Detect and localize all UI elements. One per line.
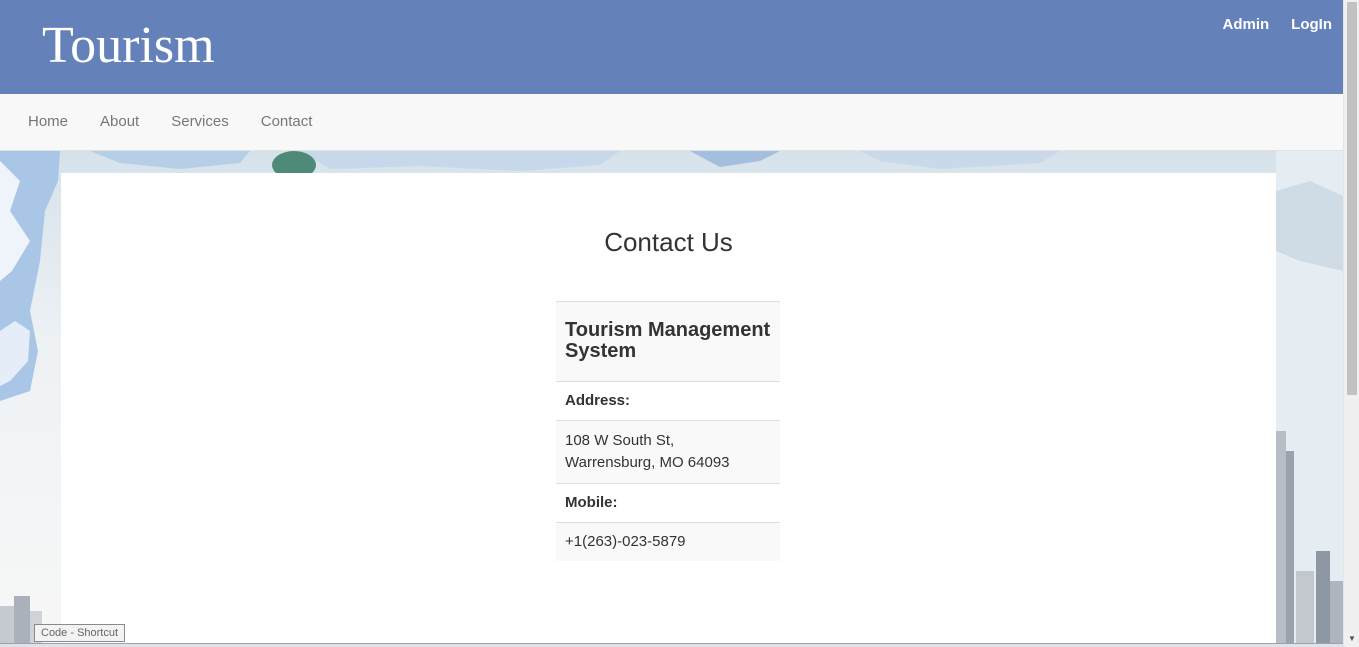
nav-item-home[interactable]: Home bbox=[12, 94, 84, 150]
map-landmass bbox=[300, 151, 620, 171]
main-nav: Home About Services Contact bbox=[0, 94, 1343, 151]
content-panel: Contact Us Tourism Management System Add… bbox=[61, 173, 1276, 643]
vertical-scrollbar[interactable]: ▼ bbox=[1343, 0, 1359, 647]
skyscraper bbox=[1296, 571, 1314, 643]
taskbar-strip bbox=[0, 643, 1343, 647]
scroll-down-icon[interactable]: ▼ bbox=[1348, 635, 1356, 643]
site-brand[interactable]: Tourism bbox=[42, 16, 215, 76]
map-landmass bbox=[690, 151, 780, 167]
nav-list: Home About Services Contact bbox=[0, 94, 1343, 150]
page-title: Contact Us bbox=[604, 227, 733, 257]
shortcut-tooltip: Code - Shortcut bbox=[34, 624, 126, 642]
top-links: Admin LogIn bbox=[1223, 16, 1333, 34]
nav-item-contact[interactable]: Contact bbox=[245, 94, 329, 150]
skyscraper bbox=[1316, 551, 1330, 643]
mobile-value: +1(263)-023-5879 bbox=[556, 522, 780, 561]
table-row: Address: bbox=[556, 381, 780, 421]
building bbox=[14, 596, 30, 643]
skyscraper bbox=[1276, 431, 1286, 643]
address-label: Address: bbox=[556, 381, 780, 421]
login-link[interactable]: LogIn bbox=[1291, 16, 1332, 34]
map-landmass bbox=[860, 151, 1060, 169]
site-banner: Tourism Admin LogIn bbox=[0, 0, 1343, 94]
skyscraper bbox=[1286, 451, 1294, 643]
admin-link[interactable]: Admin bbox=[1223, 16, 1270, 34]
nav-item-services[interactable]: Services bbox=[155, 94, 245, 150]
scrollbar-thumb[interactable] bbox=[1347, 2, 1357, 395]
table-row: Mobile: bbox=[556, 483, 780, 523]
table-row: +1(263)-023-5879 bbox=[556, 522, 780, 561]
map-landmass bbox=[90, 151, 250, 169]
mobile-label: Mobile: bbox=[556, 483, 780, 523]
address-line-1: 108 W South St, bbox=[565, 432, 675, 449]
company-name: Tourism Management System bbox=[556, 301, 780, 382]
table-row: Tourism Management System bbox=[556, 301, 780, 382]
nav-item-about[interactable]: About bbox=[84, 94, 155, 150]
skyscraper bbox=[1330, 581, 1343, 643]
address-line-2: Warrensburg, MO 64093 bbox=[565, 454, 730, 471]
address-value: 108 W South St, Warrensburg, MO 64093 bbox=[556, 420, 780, 484]
table-row: 108 W South St, Warrensburg, MO 64093 bbox=[556, 420, 780, 484]
building bbox=[0, 606, 14, 643]
contact-info-table: Tourism Management System Address: 108 W… bbox=[556, 301, 780, 561]
